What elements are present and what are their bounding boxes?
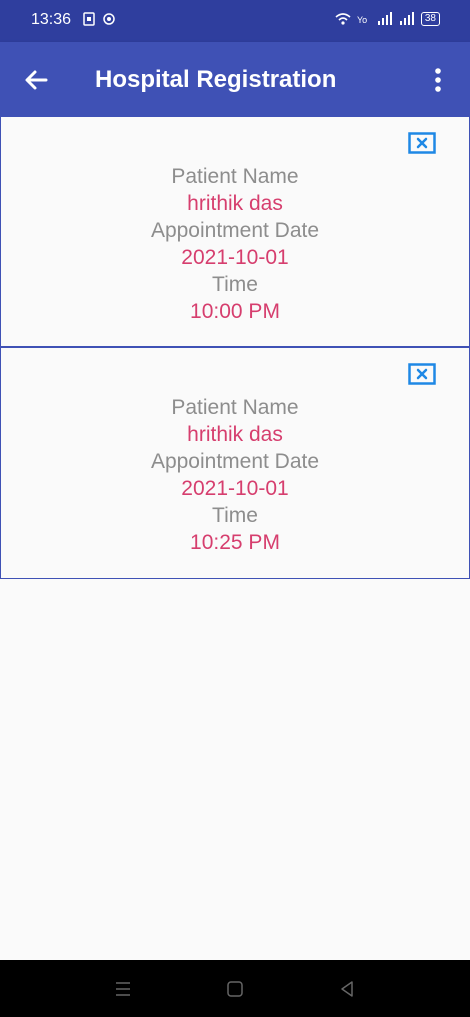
status-icons-right: Yo 38 [335, 12, 440, 26]
status-bar: 13:36 Yo 38 [0, 0, 470, 42]
patient-name-label: Patient Name [171, 396, 299, 419]
appointment-date-value: 2021-10-01 [181, 477, 289, 500]
signal-icon-2 [399, 12, 414, 25]
time-label: Time [212, 504, 258, 527]
time-value: 10:25 PM [190, 531, 280, 554]
appointment-date-label: Appointment Date [150, 219, 320, 242]
nav-menu-icon[interactable] [112, 978, 134, 1000]
status-icons-left [82, 12, 116, 26]
time-label: Time [212, 273, 258, 296]
card-body: Patient Name hrithik das Appointment Dat… [1, 163, 469, 325]
close-box-icon[interactable] [408, 363, 436, 385]
svg-text:Yo: Yo [357, 15, 367, 25]
wifi-icon [335, 13, 351, 25]
appointment-date-label: Appointment Date [150, 450, 320, 473]
appointment-card: Patient Name hrithik das Appointment Dat… [0, 347, 470, 579]
back-arrow-icon[interactable] [20, 64, 52, 96]
signal-icon [377, 12, 392, 25]
time-value: 10:00 PM [190, 300, 280, 323]
nav-home-icon[interactable] [224, 978, 246, 1000]
system-nav-bar [0, 960, 470, 1017]
status-time: 13:36 [31, 11, 72, 28]
patient-name-value: hrithik das [187, 423, 283, 446]
patient-name-value: hrithik das [187, 192, 283, 215]
appointment-date-value: 2021-10-01 [181, 246, 289, 269]
battery-icon: 38 [420, 12, 440, 26]
app-bar: Hospital Registration [0, 42, 470, 116]
card-body: Patient Name hrithik das Appointment Dat… [1, 394, 469, 556]
nav-back-icon[interactable] [336, 978, 358, 1000]
close-box-icon[interactable] [408, 132, 436, 154]
more-vert-icon[interactable] [426, 64, 450, 96]
volte-icon: Yo [357, 15, 367, 25]
appointment-card: Patient Name hrithik das Appointment Dat… [0, 116, 470, 347]
patient-name-label: Patient Name [171, 165, 299, 188]
notification-icon [103, 13, 115, 25]
sim-card-icon [83, 12, 95, 26]
page-title: Hospital Registration [95, 66, 337, 93]
